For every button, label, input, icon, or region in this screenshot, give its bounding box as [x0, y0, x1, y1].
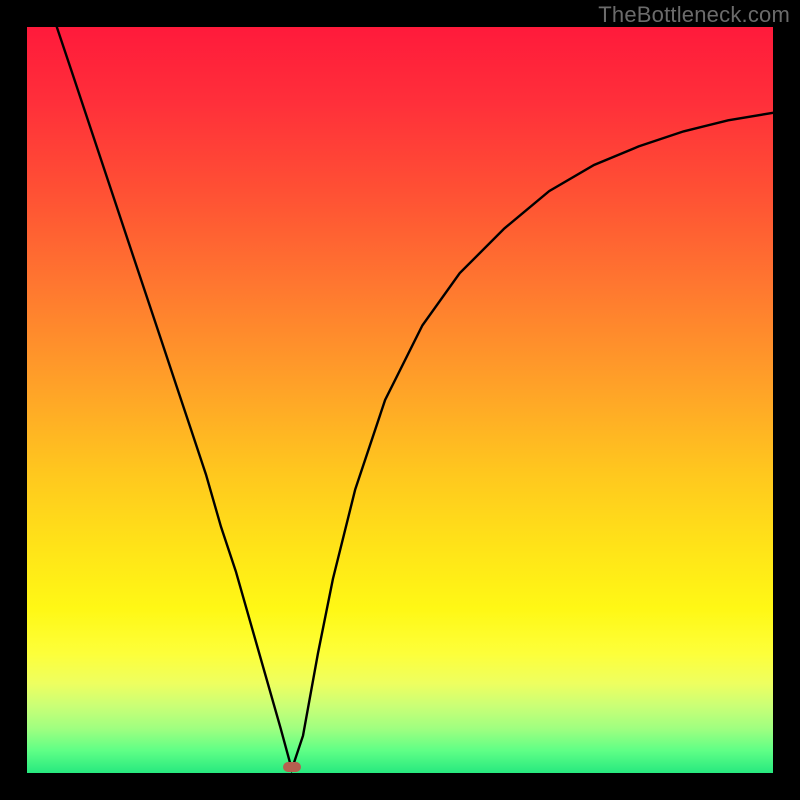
bottleneck-curve [27, 27, 773, 773]
min-point-marker [283, 762, 301, 772]
watermark-text: TheBottleneck.com [598, 2, 790, 28]
curve-path [57, 27, 773, 769]
plot-area [27, 27, 773, 773]
chart-frame: TheBottleneck.com [0, 0, 800, 800]
